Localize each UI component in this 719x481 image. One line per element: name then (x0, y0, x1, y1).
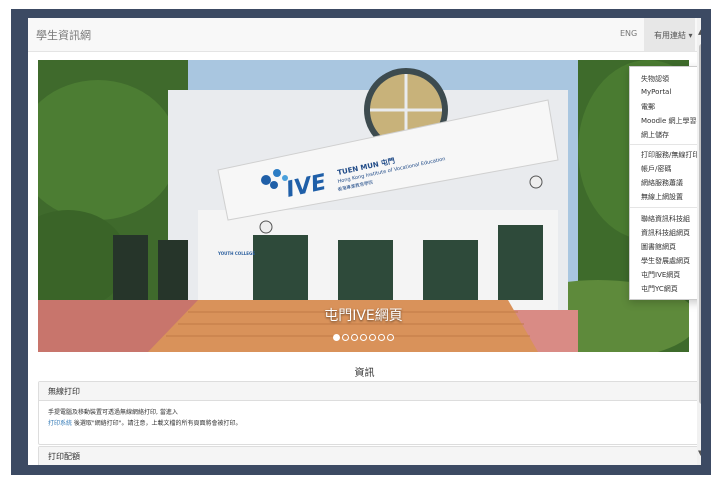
carousel-dot[interactable] (378, 334, 385, 341)
carousel-dot[interactable] (387, 334, 394, 341)
carousel-caption: 屯門IVE網頁 (324, 308, 403, 324)
scroll-up-icon[interactable]: ▲ (698, 28, 701, 36)
panel-heading[interactable]: 無線打印 (39, 382, 699, 401)
dropdown-item[interactable]: Moodle 網上學習平台 (641, 116, 701, 126)
useful-links-menu[interactable]: 有用連結 ▾ (644, 18, 695, 51)
browser-page: 學生資訊網 ENG 有用連結 ▾ IVE TUEN MUN 屯門 Hong Ko… (28, 18, 701, 465)
youth-college-sign: YOUTH COLLEGE (217, 251, 255, 256)
dropdown-item[interactable]: 聯絡資訊科技組 (641, 214, 690, 224)
site-brand[interactable]: 學生資訊網 (36, 27, 91, 43)
dropdown-item[interactable]: 失物認領 (641, 74, 669, 84)
dropdown-divider (630, 207, 701, 208)
dropdown-divider (630, 144, 701, 145)
carousel-dot[interactable] (360, 334, 367, 341)
dropdown-item[interactable]: 網上儲存 (641, 130, 669, 140)
hero-carousel[interactable]: IVE TUEN MUN 屯門 Hong Kong Institute of V… (38, 60, 689, 352)
carousel-dot[interactable] (369, 334, 376, 341)
dropdown-item[interactable]: 網絡服務蕭議 (641, 178, 683, 188)
dropdown-item[interactable]: 無線上網設置 (641, 192, 683, 202)
useful-links-label: 有用連結 ▾ (654, 31, 693, 40)
dropdown-item[interactable]: 屯門IVE網頁 (641, 270, 680, 280)
carousel-indicators (38, 326, 689, 345)
carousel-dot[interactable] (333, 334, 340, 341)
panel-text-line: 後選取"網絡打印"。請注意，上載文檔的所有頁面將會被打印。 (72, 420, 242, 427)
dropdown-item[interactable]: MyPortal (641, 88, 671, 96)
language-toggle[interactable]: ENG (620, 29, 637, 38)
page-scrollbar[interactable]: ▲ ▼ (697, 18, 701, 465)
scrollbar-thumb[interactable] (699, 44, 701, 404)
scroll-down-icon[interactable]: ▼ (698, 449, 701, 457)
dropdown-item[interactable]: 打印服務/無線打印 (641, 150, 699, 160)
dropdown-item[interactable]: 屯門YC網頁 (641, 284, 678, 294)
panel-title: 打印配額 (48, 452, 80, 461)
panel-wireless-printing: 無線打印 手提電腦及移動裝置可透過無線網絡打印, 當進入 打印系統 後選取"網絡… (38, 381, 700, 445)
panel-body: 手提電腦及移動裝置可透過無線網絡打印, 當進入 打印系統 後選取"網絡打印"。請… (48, 407, 241, 429)
navbar: 學生資訊網 ENG 有用連結 ▾ (28, 18, 701, 52)
section-title: 資訊 (354, 368, 375, 379)
print-system-link[interactable]: 打印系統 (48, 420, 72, 427)
carousel-dot[interactable] (342, 334, 349, 341)
panel-text-line: 手提電腦及移動裝置可透過無線網絡打印, 當進入 (48, 409, 178, 416)
dropdown-item[interactable]: 電郵 (641, 102, 655, 112)
panel-title: 無線打印 (48, 387, 80, 396)
useful-links-dropdown: 失物認領 MyPortal 電郵 Moodle 網上學習平台 網上儲存 打印服務… (629, 66, 701, 300)
dropdown-item[interactable]: 資訊科技組網頁 (641, 228, 690, 238)
dropdown-item[interactable]: 圖書館網頁 (641, 242, 676, 252)
dropdown-item[interactable]: 帳戶/密碼 (641, 164, 671, 174)
panel-print-quota: 打印配額 (38, 446, 700, 465)
carousel-dot[interactable] (351, 334, 358, 341)
panel-heading[interactable]: 打印配額 (39, 447, 699, 465)
dropdown-item[interactable]: 學生發展處網頁 (641, 256, 690, 266)
